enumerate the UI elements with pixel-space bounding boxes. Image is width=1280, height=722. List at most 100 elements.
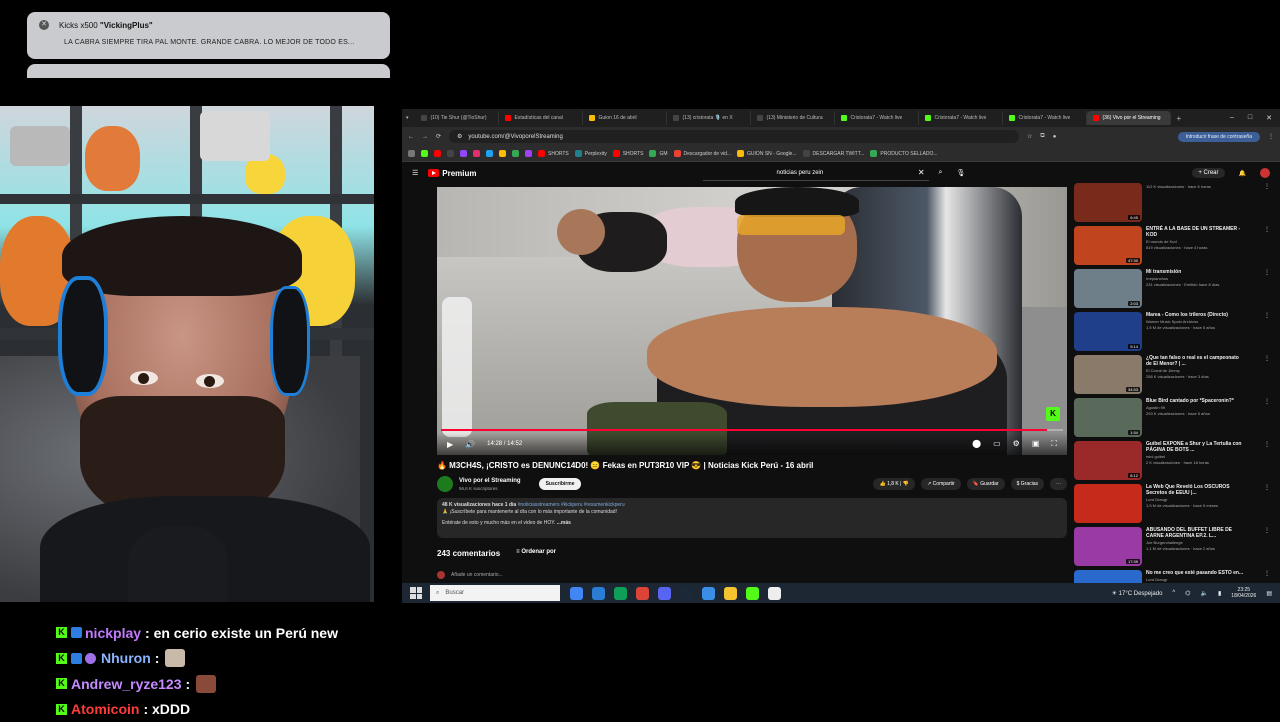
network-icon[interactable]: ⌬ [1185,590,1190,597]
discord-app-icon[interactable] [658,587,671,600]
notion-app-icon[interactable] [768,587,781,600]
bookmark-star-icon[interactable]: ☆ [1027,133,1032,140]
related-video-item[interactable]: 17:39 ABUSANDO DEL BUFFET LIBRE DE CARNE … [1074,527,1270,570]
related-video-item[interactable]: 2:03Mi transmisiónIrreplanchos231 visual… [1074,269,1270,312]
windows-start-icon[interactable] [410,587,422,599]
related-video-item[interactable]: 5:14Marea - Como los trileros (Directo)W… [1074,312,1270,355]
microphone-icon[interactable]: 🎙 [956,169,965,177]
browser-tab[interactable]: Cristorata7 - Watch live [919,111,1003,125]
kebab-menu-icon[interactable]: ⋮ [1264,484,1270,527]
related-title[interactable]: ¿Que tan falso o real es el campeonato d… [1146,355,1246,367]
related-video-item[interactable]: 8:12Guibel EXPONE a Shur y La Tertulia c… [1074,441,1270,484]
kick-app-icon[interactable] [746,587,759,600]
related-video-item[interactable]: 47:30ENTRÉ A LA BASE DE UN STREAMER - KO… [1074,226,1270,269]
bookmark-icon[interactable] [486,150,493,157]
related-title[interactable]: No me creo que esté pasando ESTO en... [1146,570,1246,576]
app-icon[interactable] [702,587,715,600]
video-thumbnail[interactable]: 34:53 [1074,355,1142,394]
like-button[interactable]: 👍 1,8 K | 👎 [873,478,915,490]
kebab-menu-icon[interactable]: ⋮ [1264,527,1270,570]
video-thumbnail[interactable]: 6:45 [1074,183,1142,222]
browser-tab-active[interactable]: (36) Vivo por el Streaming [1087,111,1171,125]
kebab-menu-icon[interactable]: ⋮ [1264,355,1270,398]
steam-app-icon[interactable] [680,587,693,600]
browser-tab[interactable]: (13) Ministerio de Cultura [751,111,835,125]
bookmark-guion[interactable]: GUION SN - Google... [737,150,796,157]
browser-tab[interactable]: (10) Tie Shur (@TioShur) [415,111,499,125]
notifications-bell-icon[interactable]: 🔔 [1239,170,1246,177]
app-icon[interactable] [592,587,605,600]
bookmark-shorts-2[interactable]: SHORTS [613,150,644,157]
bookmark-perplexity[interactable]: Perplexity [575,150,607,157]
play-icon[interactable]: ▶ [447,440,453,449]
apps-icon[interactable] [408,150,415,157]
maximize-icon[interactable]: □ [1248,114,1252,122]
minimize-icon[interactable]: – [1230,114,1234,122]
browser-tab[interactable]: Cristorata7 - Watch live [835,111,919,125]
account-avatar[interactable] [1260,168,1270,178]
taskbar-search[interactable]: ⌕ Buscar [430,585,560,601]
tray-chevron-icon[interactable]: ^ [1172,590,1175,596]
settings-gear-icon[interactable]: ⚙ [1013,439,1020,449]
related-title[interactable]: Marea - Como los trileros (Directo) [1146,312,1246,318]
more-actions-icon[interactable]: ⋯ [1050,478,1067,490]
sort-comments-button[interactable]: ≡ Ordenar por [516,549,556,558]
create-button[interactable]: + Crear [1192,168,1224,178]
site-info-icon[interactable]: ⚙ [457,133,462,140]
video-thumbnail[interactable]: 17:39 [1074,527,1142,566]
passphrase-button[interactable]: Introducir frase de contraseña [1178,132,1260,142]
thanks-button[interactable]: $ Gracias [1011,478,1044,490]
related-video-item[interactable]: 6:45112 K visualizaciones · hace 6 horas… [1074,183,1270,226]
file-explorer-icon[interactable] [724,587,737,600]
video-player[interactable]: K ▶ 🔊 14:28 / 14:52 ⬤ ▭ ⚙ ▣ ⛶ [437,187,1067,455]
related-title[interactable]: ABUSANDO DEL BUFFET LIBRE DE CARNE ARGEN… [1146,527,1246,539]
chrome-app-icon[interactable] [570,587,583,600]
related-title[interactable]: La Web Que Reveló Los OSCUROS Secretos d… [1146,484,1246,496]
kebab-menu-icon[interactable]: ⋮ [1264,312,1270,355]
progress-bar[interactable] [441,429,1063,431]
related-video-item[interactable]: 34:53 ¿Que tan falso o real es el campeon… [1074,355,1270,398]
profile-icon[interactable]: ● [1053,134,1057,140]
kebab-menu-icon[interactable]: ⋮ [1264,226,1270,269]
volume-icon[interactable]: 🔊 [465,440,475,449]
subtitles-icon[interactable]: ▭ [993,439,1001,449]
chrome-profile-app-icon[interactable] [636,587,649,600]
video-thumbnail[interactable]: 1:54 [1074,398,1142,437]
autoplay-toggle[interactable]: ⬤ [972,439,981,449]
related-video-item[interactable]: 1:54Blue Bird cantado por *Spaceronin?*A… [1074,398,1270,441]
video-thumbnail[interactable] [1074,484,1142,523]
back-icon[interactable]: ← [408,134,414,140]
youtube-logo[interactable]: Premium [428,169,476,178]
video-thumbnail[interactable]: 5:14 [1074,312,1142,351]
bookmark-gm[interactable]: GM [649,150,667,157]
description-box[interactable]: 48 K visualizaciones hace 1 día #noticia… [437,498,1067,538]
related-title[interactable]: ENTRÉ A LA BASE DE UN STREAMER - KOD [1146,226,1246,238]
related-title[interactable]: Mi transmisión [1146,269,1246,275]
add-comment-input[interactable]: Añade un comentario... [451,572,503,578]
channel-name[interactable]: Vivo por el Streaming [459,478,521,484]
subscribe-button[interactable]: Suscribirme [539,478,582,490]
instagram-bookmark-icon[interactable] [473,150,480,157]
related-title[interactable]: Blue Bird cantado por *Spaceronin?* [1146,398,1246,404]
extensions-icon[interactable]: ⧉ [1040,133,1044,140]
battery-icon[interactable]: ▮ [1218,590,1221,597]
search-input[interactable]: noticias peru zein ✕ [703,165,929,181]
video-thumbnail[interactable]: 8:12 [1074,441,1142,480]
tab-list-icon[interactable]: ▾ [406,115,409,121]
browser-tab[interactable]: (13) cristorata 🎙️ en X [667,111,751,125]
menu-kebab-icon[interactable]: ⋮ [1268,133,1274,140]
new-tab-icon[interactable]: + [1177,114,1182,123]
kebab-menu-icon[interactable]: ⋮ [1264,441,1270,484]
hamburger-menu-icon[interactable]: ☰ [412,169,418,177]
fullscreen-icon[interactable]: ⛶ [1051,439,1057,449]
notification-center-icon[interactable]: ▤ [1266,590,1272,597]
miniplayer-icon[interactable]: ▣ [1032,439,1040,449]
save-button[interactable]: 🔖 Guardar [967,478,1005,490]
app-icon[interactable] [614,587,627,600]
related-video-item[interactable]: La Web Que Reveló Los OSCUROS Secretos d… [1074,484,1270,527]
bookmark-producto[interactable]: PRODUCTO SELLADO... [870,150,937,157]
share-button[interactable]: ↗ Compartir [921,478,961,490]
reload-icon[interactable]: ⟳ [436,133,441,140]
x-bookmark-icon[interactable] [447,150,454,157]
browser-tab[interactable]: Cristorata7 - Watch live [1003,111,1087,125]
